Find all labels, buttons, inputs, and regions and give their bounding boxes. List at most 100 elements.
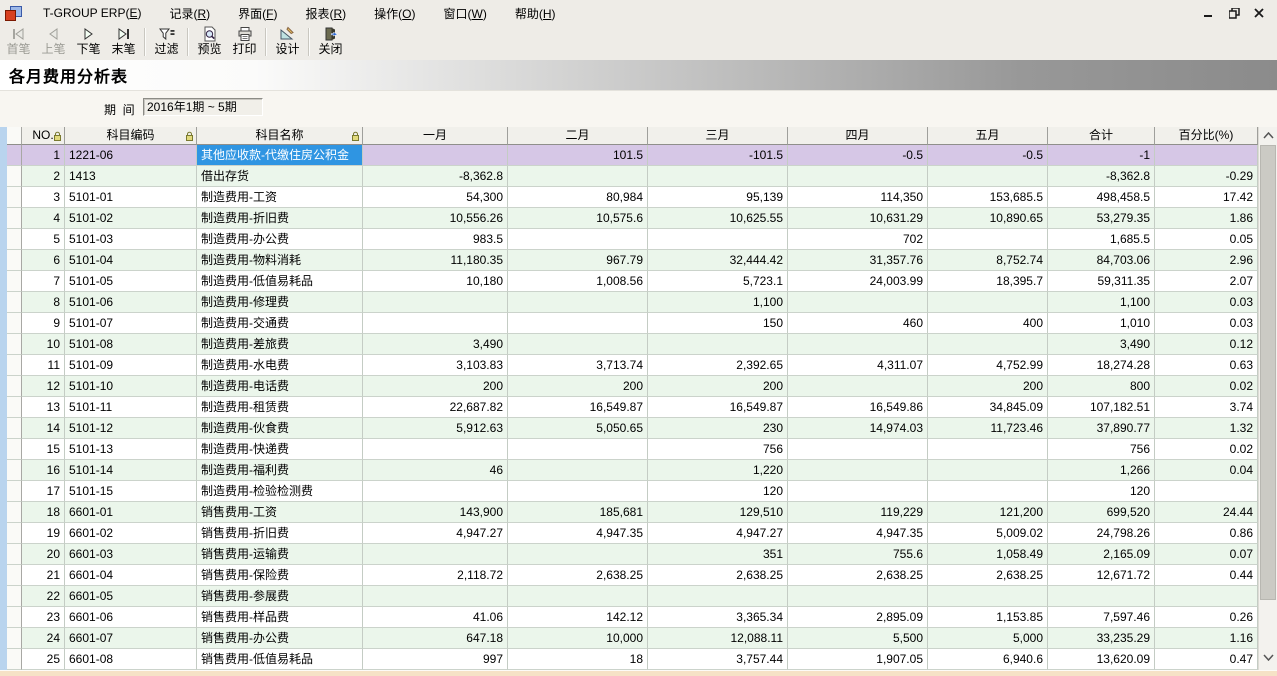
cell-pct[interactable]: 0.44	[1155, 565, 1258, 586]
column-header-m1[interactable]: 一月	[363, 127, 508, 145]
cell-code[interactable]: 1413	[65, 166, 197, 187]
cell-total[interactable]: 120	[1048, 481, 1155, 502]
cell-pct[interactable]: 24.44	[1155, 502, 1258, 523]
cell-m2[interactable]: 10,000	[508, 628, 648, 649]
cell-pct[interactable]: 2.07	[1155, 271, 1258, 292]
cell-m4[interactable]: 702	[788, 229, 928, 250]
cell-m1[interactable]: 647.18	[363, 628, 508, 649]
cell-no[interactable]: 12	[22, 376, 65, 397]
cell-m4[interactable]: 10,631.29	[788, 208, 928, 229]
cell-pct[interactable]	[1155, 145, 1258, 166]
cell-pct[interactable]: 0.02	[1155, 376, 1258, 397]
cell-m2[interactable]	[508, 586, 648, 607]
toolbar-button[interactable]: 打印	[228, 26, 261, 59]
row-indicator[interactable]	[7, 313, 22, 334]
cell-m4[interactable]: 114,350	[788, 187, 928, 208]
cell-no[interactable]: 3	[22, 187, 65, 208]
cell-name[interactable]: 制造费用-检验检测费	[197, 481, 363, 502]
cell-m1[interactable]: 22,687.82	[363, 397, 508, 418]
cell-total[interactable]: 12,671.72	[1048, 565, 1155, 586]
cell-total[interactable]: 59,311.35	[1048, 271, 1155, 292]
cell-total[interactable]: 1,266	[1048, 460, 1155, 481]
cell-no[interactable]: 2	[22, 166, 65, 187]
cell-name[interactable]: 制造费用-伙食费	[197, 418, 363, 439]
cell-no[interactable]: 21	[22, 565, 65, 586]
cell-m2[interactable]: 3,713.74	[508, 355, 648, 376]
cell-no[interactable]: 13	[22, 397, 65, 418]
cell-m3[interactable]: 3,757.44	[648, 649, 788, 670]
cell-m4[interactable]	[788, 376, 928, 397]
cell-m5[interactable]	[928, 292, 1048, 313]
cell-m1[interactable]: 983.5	[363, 229, 508, 250]
cell-name[interactable]: 制造费用-快递费	[197, 439, 363, 460]
cell-m4[interactable]: 24,003.99	[788, 271, 928, 292]
cell-m1[interactable]	[363, 292, 508, 313]
cell-m5[interactable]: -0.5	[928, 145, 1048, 166]
cell-m3[interactable]	[648, 334, 788, 355]
cell-m5[interactable]: 10,890.65	[928, 208, 1048, 229]
cell-m5[interactable]: 200	[928, 376, 1048, 397]
cell-pct[interactable]: 1.32	[1155, 418, 1258, 439]
toolbar-button[interactable]: 设计	[271, 26, 304, 59]
cell-name[interactable]: 制造费用-修理费	[197, 292, 363, 313]
cell-code[interactable]: 5101-09	[65, 355, 197, 376]
cell-m3[interactable]: 230	[648, 418, 788, 439]
cell-m1[interactable]: 200	[363, 376, 508, 397]
cell-total[interactable]: 53,279.35	[1048, 208, 1155, 229]
cell-m1[interactable]: -8,362.8	[363, 166, 508, 187]
column-header-m2[interactable]: 二月	[508, 127, 648, 145]
restore-icon[interactable]	[1226, 6, 1242, 20]
cell-no[interactable]: 16	[22, 460, 65, 481]
cell-no[interactable]: 5	[22, 229, 65, 250]
row-indicator[interactable]	[7, 481, 22, 502]
cell-name[interactable]: 销售费用-低值易耗品	[197, 649, 363, 670]
cell-m4[interactable]: 755.6	[788, 544, 928, 565]
cell-m5[interactable]: 6,940.6	[928, 649, 1048, 670]
cell-m5[interactable]	[928, 166, 1048, 187]
cell-m3[interactable]: 129,510	[648, 502, 788, 523]
cell-code[interactable]: 5101-10	[65, 376, 197, 397]
cell-m3[interactable]: 5,723.1	[648, 271, 788, 292]
period-input[interactable]: 2016年1期 ~ 5期	[143, 98, 263, 116]
cell-total[interactable]: 800	[1048, 376, 1155, 397]
cell-name[interactable]: 制造费用-低值易耗品	[197, 271, 363, 292]
cell-m2[interactable]: 967.79	[508, 250, 648, 271]
cell-m5[interactable]: 18,395.7	[928, 271, 1048, 292]
cell-m2[interactable]	[508, 292, 648, 313]
cell-pct[interactable]: 0.02	[1155, 439, 1258, 460]
cell-m4[interactable]: 14,974.03	[788, 418, 928, 439]
toolbar-button[interactable]: 末笔	[107, 26, 140, 59]
cell-m2[interactable]: 18	[508, 649, 648, 670]
toolbar-button[interactable]: 预览	[193, 26, 226, 59]
cell-m5[interactable]: 1,153.85	[928, 607, 1048, 628]
cell-code[interactable]: 6601-02	[65, 523, 197, 544]
menu-item[interactable]: T-GROUP ERP(E)	[29, 2, 155, 24]
cell-total[interactable]: 107,182.51	[1048, 397, 1155, 418]
cell-m4[interactable]	[788, 460, 928, 481]
cell-m4[interactable]	[788, 334, 928, 355]
cell-m5[interactable]: 400	[928, 313, 1048, 334]
cell-m5[interactable]	[928, 481, 1048, 502]
cell-m3[interactable]: 3,365.34	[648, 607, 788, 628]
cell-m4[interactable]: 31,357.76	[788, 250, 928, 271]
cell-code[interactable]: 6601-04	[65, 565, 197, 586]
cell-total[interactable]: 24,798.26	[1048, 523, 1155, 544]
row-indicator[interactable]	[7, 628, 22, 649]
menu-item[interactable]: 操作(O)	[360, 1, 429, 26]
cell-code[interactable]: 5101-14	[65, 460, 197, 481]
cell-name[interactable]: 制造费用-福利费	[197, 460, 363, 481]
cell-name[interactable]: 借出存货	[197, 166, 363, 187]
cell-no[interactable]: 18	[22, 502, 65, 523]
cell-code[interactable]: 5101-13	[65, 439, 197, 460]
cell-m3[interactable]: 120	[648, 481, 788, 502]
scrollbar-thumb[interactable]	[1260, 145, 1276, 600]
cell-m4[interactable]: 1,907.05	[788, 649, 928, 670]
row-indicator[interactable]	[7, 397, 22, 418]
cell-m5[interactable]	[928, 334, 1048, 355]
cell-m5[interactable]: 121,200	[928, 502, 1048, 523]
cell-m3[interactable]: 2,392.65	[648, 355, 788, 376]
cell-m5[interactable]	[928, 586, 1048, 607]
cell-m5[interactable]: 1,058.49	[928, 544, 1048, 565]
row-indicator[interactable]	[7, 418, 22, 439]
cell-name[interactable]: 制造费用-办公费	[197, 229, 363, 250]
